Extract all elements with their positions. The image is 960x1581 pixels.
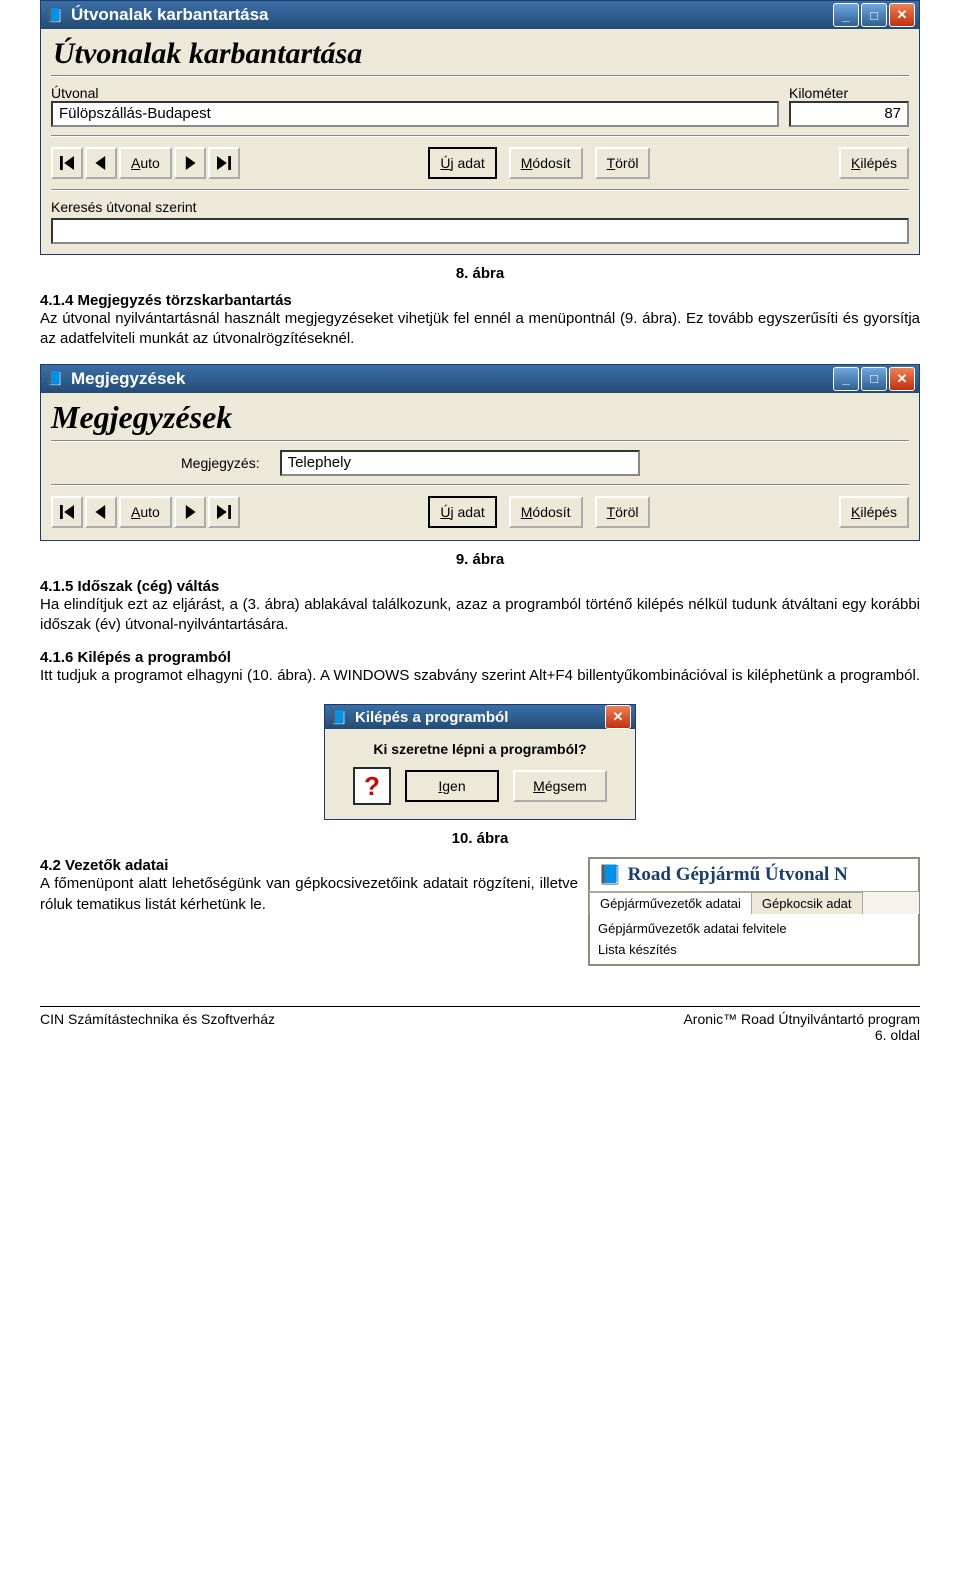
minimize-button[interactable]: _ [833, 3, 859, 27]
nav-auto-button[interactable]: Auto [119, 147, 172, 179]
exit-dialog: 📘 Kilépés a programból ✕ Ki szeretne lép… [324, 704, 636, 820]
right-app-screenshot: 📘 Road Gépjármű Útvonal N Gépjárművezető… [588, 857, 920, 966]
window-title: Megjegyzések [69, 369, 833, 389]
figure-8-caption: 8. ábra [40, 265, 920, 282]
sec-415-body: Ha elindítjuk ezt az eljárást, a (3. ábr… [40, 595, 920, 636]
megj-input[interactable]: Telephely [280, 450, 640, 476]
km-input[interactable]: 87 [789, 101, 909, 127]
sec-42-title: 4.2 Vezetők adatai [40, 857, 578, 874]
app-icon: 📘 [45, 369, 65, 389]
app-icon: 📘 [45, 5, 65, 25]
modosit-button[interactable]: Módosít [509, 496, 583, 528]
footer-right-1: Aronic™ Road Útnyilvántartó program [683, 1011, 920, 1027]
footer-right-2: 6. oldal [683, 1027, 920, 1043]
page-footer: CIN Számítástechnika és Szoftverház Aron… [40, 1006, 920, 1043]
kereses-input[interactable] [51, 218, 909, 244]
modosit-button[interactable]: Módosít [509, 147, 583, 179]
nav-last-button[interactable] [208, 147, 240, 179]
tab-gepkocsik[interactable]: Gépkocsik adat [751, 892, 863, 914]
minimize-button[interactable]: _ [833, 367, 859, 391]
nav-auto-button[interactable]: Auto [119, 496, 172, 528]
panel-heading: Megjegyzések [51, 399, 909, 436]
window-title: Útvonalak karbantartása [69, 5, 833, 25]
maximize-button[interactable]: □ [861, 3, 887, 27]
titlebar[interactable]: 📘 Kilépés a programból ✕ [325, 705, 635, 729]
utvonal-label: Útvonal [51, 85, 779, 101]
sec-416-body: Itt tudjuk a programot elhagyni (10. ábr… [40, 666, 920, 686]
app-icon: 📘 [329, 707, 349, 727]
kilepes-button[interactable]: Kilépés [839, 496, 909, 528]
footer-left: CIN Számítástechnika és Szoftverház [40, 1011, 275, 1043]
figure-10-caption: 10. ábra [40, 830, 920, 847]
menu-item-lista[interactable]: Lista készítés [598, 939, 910, 960]
sec-415-title: 4.1.5 Időszak (cég) váltás [40, 578, 920, 595]
right-app-title: 📘 Road Gépjármű Útvonal N [589, 858, 919, 891]
titlebar[interactable]: 📘 Útvonalak karbantartása _ □ ✕ [41, 1, 919, 29]
sec-42-body: A főmenüpont alatt lehetőségünk van gépk… [40, 874, 578, 915]
titlebar[interactable]: 📘 Megjegyzések _ □ ✕ [41, 365, 919, 393]
igen-button[interactable]: Igen [405, 770, 499, 802]
maximize-button[interactable]: □ [861, 367, 887, 391]
torol-button[interactable]: Töröl [595, 496, 651, 528]
question-icon: ? [353, 767, 391, 805]
sec-414-body: Az útvonal nyilvántartásnál használt meg… [40, 309, 920, 350]
nav-next-button[interactable] [174, 147, 206, 179]
window-megjegyzesek: 📘 Megjegyzések _ □ ✕ Megjegyzések Megjeg… [40, 364, 920, 541]
ujadat-button[interactable]: Új adat [428, 496, 496, 528]
nav-first-button[interactable] [51, 147, 83, 179]
megsem-button[interactable]: Mégsem [513, 770, 607, 802]
nav-prev-button[interactable] [85, 496, 117, 528]
nav-prev-button[interactable] [85, 147, 117, 179]
dialog-title: Kilépés a programból [353, 709, 605, 726]
nav-last-button[interactable] [208, 496, 240, 528]
nav-first-button[interactable] [51, 496, 83, 528]
menu-dropdown: Gépjárművezetők adatai felvitele Lista k… [589, 914, 919, 965]
sec-416-title: 4.1.6 Kilépés a programból [40, 649, 920, 666]
kereses-label: Keresés útvonal szerint [51, 199, 197, 215]
tab-strip: Gépjárművezetők adatai Gépkocsik adat [589, 891, 919, 914]
nav-next-button[interactable] [174, 496, 206, 528]
megj-label: Megjegyzés: [181, 455, 260, 471]
window-utvonalak: 📘 Útvonalak karbantartása _ □ ✕ Útvonala… [40, 0, 920, 255]
utvonal-input[interactable]: Fülöpszállás-Budapest [51, 101, 779, 127]
app-icon: 📘 [598, 863, 622, 887]
close-button[interactable]: ✕ [889, 3, 915, 27]
close-button[interactable]: ✕ [889, 367, 915, 391]
menu-item-felvitele[interactable]: Gépjárművezetők adatai felvitele [598, 918, 910, 939]
tab-gepjarmuvezetok[interactable]: Gépjárművezetők adatai [589, 892, 752, 914]
close-button[interactable]: ✕ [605, 705, 631, 729]
ujadat-button[interactable]: Új adat [428, 147, 496, 179]
torol-button[interactable]: Töröl [595, 147, 651, 179]
kilepes-button[interactable]: Kilépés [839, 147, 909, 179]
sec-414-title: 4.1.4 Megjegyzés törzskarbantartás [40, 292, 920, 309]
dialog-question: Ki szeretne lépni a programból? [335, 741, 625, 757]
panel-heading: Útvonalak karbantartása [51, 35, 909, 71]
figure-9-caption: 9. ábra [40, 551, 920, 568]
km-label: Kilométer [789, 85, 909, 101]
